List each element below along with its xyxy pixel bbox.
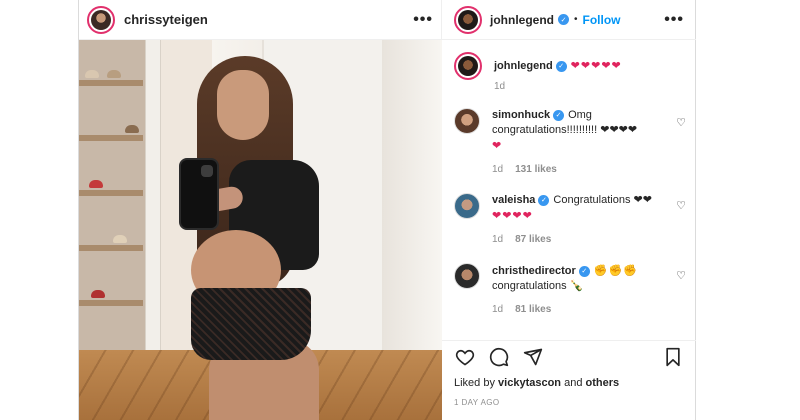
verified-badge-icon: ✓	[555, 60, 567, 72]
caption-item: johnlegend ✓ ❤❤❤❤❤ 1d	[442, 40, 696, 94]
caption-text: ❤❤❤❤❤	[570, 59, 622, 72]
photo-shorts	[191, 288, 311, 360]
comment-like-icon[interactable]: ♡	[676, 116, 686, 129]
caption-avatar[interactable]	[454, 52, 482, 80]
comment-text: Congratulations ❤❤	[553, 194, 652, 206]
comments-pane: johnlegend ✓ • Follow ••• johnlegend ✓ ❤❤❤…	[442, 0, 696, 420]
comment-likes[interactable]: 81 likes	[515, 304, 551, 315]
photo-face	[217, 70, 269, 140]
verified-badge-icon: ✓	[538, 194, 550, 206]
comment-extra: ❤❤❤❤	[492, 209, 533, 222]
owner-avatar[interactable]	[454, 5, 482, 34]
post-photo[interactable]	[79, 40, 442, 420]
photo-closet-door	[145, 40, 161, 400]
comment-username[interactable]: simonhuck	[492, 109, 550, 121]
separator-dot: •	[574, 14, 578, 25]
more-options-icon[interactable]: •••	[413, 11, 433, 29]
comment-item: valeisha ✓ Congratulations ❤❤ ❤❤❤❤ 1d 87 li…	[442, 177, 696, 247]
comment-username[interactable]: christhedirector	[492, 265, 576, 277]
bookmark-icon[interactable]	[662, 346, 684, 368]
comment-age: 1d	[492, 304, 504, 315]
panel-more-options-icon[interactable]: •••	[664, 11, 684, 29]
send-icon[interactable]	[522, 346, 544, 368]
comment-like-icon[interactable]: ♡	[676, 199, 686, 212]
comment-item: simonhuck ✓ Omg congratulations!!!!!!!!!! …	[442, 94, 696, 177]
owner-username[interactable]: johnlegend	[490, 13, 554, 27]
comment-age: 1d	[492, 234, 504, 245]
liked-by-joiner: and	[564, 377, 583, 389]
heart-outline-icon[interactable]	[454, 346, 476, 368]
caption-username[interactable]: johnlegend	[494, 60, 553, 72]
liked-by-others[interactable]: others	[586, 377, 620, 389]
photo-shoe-closet	[79, 40, 149, 360]
comment-avatar[interactable]	[454, 193, 480, 219]
comment-text: ✊✊✊	[593, 264, 638, 277]
verified-badge-icon: ✓	[578, 265, 590, 277]
comment-extra: congratulations 🍾	[492, 280, 584, 292]
comment-icon[interactable]	[488, 346, 510, 368]
author-username[interactable]: chrissyteigen	[124, 12, 413, 27]
verified-badge-icon: ✓	[558, 14, 569, 25]
comment-age: 1d	[492, 164, 504, 175]
comment-likes[interactable]: 131 likes	[515, 164, 557, 175]
instagram-embed: chrissyteigen ••• johnlegend ✓ • Follow …	[78, 0, 696, 420]
follow-button[interactable]: Follow	[583, 13, 621, 27]
comment-avatar[interactable]	[454, 108, 480, 134]
liked-by-user[interactable]: vickytascon	[498, 377, 561, 389]
comment-likes[interactable]: 87 likes	[515, 234, 551, 245]
comment-item: christhedirector ✓ ✊✊✊ congratulations 🍾 1…	[442, 247, 696, 317]
post-author-bar: chrissyteigen •••	[79, 0, 441, 40]
caption-age: 1d	[494, 81, 506, 92]
comments-list: johnlegend ✓ ❤❤❤❤❤ 1d simonhuck ✓ Omg congra…	[442, 40, 696, 330]
comment-username[interactable]: valeisha	[492, 194, 535, 206]
comment-extra: ❤	[492, 139, 503, 152]
photo-phone	[179, 158, 219, 230]
comment-avatar[interactable]	[454, 263, 480, 289]
post-media-pane: chrissyteigen •••	[79, 0, 442, 420]
panel-header: johnlegend ✓ • Follow •••	[442, 0, 696, 40]
verified-badge-icon: ✓	[553, 109, 565, 121]
liked-by-line: Liked by vickytascon and others	[454, 377, 619, 389]
action-bar	[442, 340, 696, 372]
author-avatar[interactable]	[87, 5, 115, 34]
comment-like-icon[interactable]: ♡	[676, 269, 686, 282]
post-date: 1 DAY AGO	[454, 398, 500, 407]
liked-by-prefix: Liked by	[454, 377, 495, 389]
